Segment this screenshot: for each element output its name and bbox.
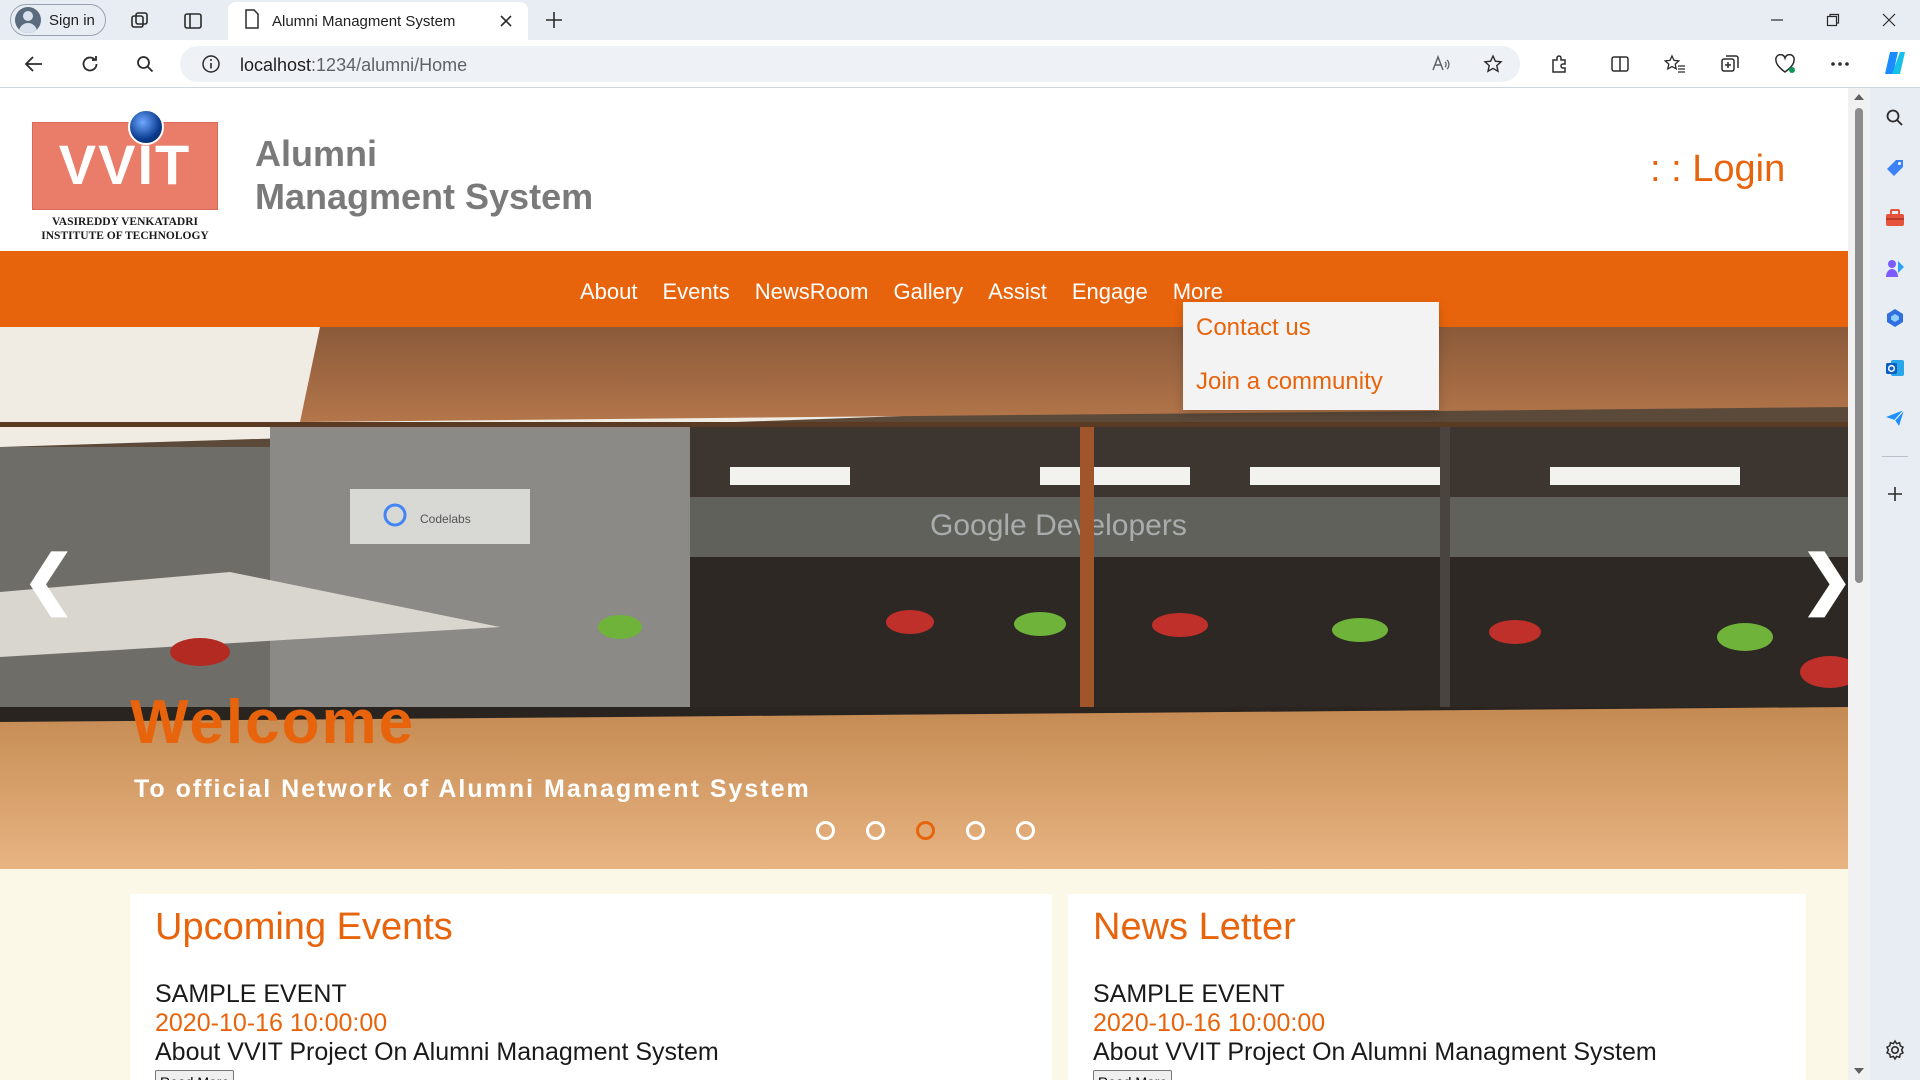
logo-text: VVIT xyxy=(58,133,192,196)
nav-newsroom[interactable]: NewsRoom xyxy=(755,279,869,305)
workspaces-icon[interactable] xyxy=(128,9,152,33)
profile-label: Sign in xyxy=(49,11,95,29)
site-header: VVIT VASIREDDY VENKATADRI INSTITUTE OF T… xyxy=(0,88,1848,251)
read-aloud-icon[interactable] xyxy=(1430,53,1452,75)
scrollbar-thumb[interactable] xyxy=(1855,108,1863,583)
carousel-next-icon[interactable]: ❯ xyxy=(1800,547,1848,611)
vvit-logo[interactable]: VVIT VASIREDDY VENKATADRI INSTITUTE OF T… xyxy=(30,109,220,243)
url-path: :1234/alumni/Home xyxy=(311,55,468,75)
carousel-dot-2[interactable] xyxy=(866,821,885,840)
site-info-icon[interactable] xyxy=(201,54,221,74)
minimize-icon[interactable] xyxy=(1750,0,1804,40)
extensions-icon[interactable] xyxy=(1547,52,1571,76)
collections-icon[interactable] xyxy=(1718,52,1742,76)
m365-icon[interactable] xyxy=(1883,306,1907,330)
tab-actions-icon[interactable] xyxy=(181,9,205,33)
url-field[interactable]: localhost:1234/alumni/Home xyxy=(180,46,1520,82)
newsletter-item-name: SAMPLE EVENT xyxy=(1093,980,1285,1008)
close-tab-icon[interactable] xyxy=(496,11,516,31)
event-name: SAMPLE EVENT xyxy=(155,980,347,1008)
page-icon xyxy=(244,9,260,33)
logo-subtitle: VASIREDDY VENKATADRI INSTITUTE OF TECHNO… xyxy=(41,216,209,242)
split-screen-icon[interactable] xyxy=(1608,52,1632,76)
hero-sign-text: Codelabs xyxy=(420,512,471,526)
page-scrollbar[interactable] xyxy=(1848,88,1870,1080)
avatar xyxy=(15,7,41,33)
nav-about[interactable]: About xyxy=(580,279,638,305)
event-date: 2020-10-16 10:00:00 xyxy=(155,1009,388,1037)
carousel-indicators xyxy=(816,821,1066,840)
event-description: About VVIT Project On Alumni Managment S… xyxy=(155,1038,719,1066)
newsletter-item-date: 2020-10-16 10:00:00 xyxy=(1093,1009,1326,1037)
carousel-dot-1[interactable] xyxy=(816,821,835,840)
shopping-tag-icon[interactable] xyxy=(1883,156,1907,180)
nav-gallery[interactable]: Gallery xyxy=(893,279,963,305)
upcoming-events-card: Upcoming Events SAMPLE EVENT 2020-10-16 … xyxy=(130,894,1052,1080)
new-tab-icon[interactable] xyxy=(542,8,566,32)
dropdown-contact-us[interactable]: Contact us xyxy=(1196,314,1311,342)
address-bar: localhost:1234/alumni/Home xyxy=(0,40,1920,88)
newsletter-read-more-button[interactable]: Read More xyxy=(1093,1070,1173,1080)
url-host: localhost xyxy=(240,55,312,75)
carousel-dot-5[interactable] xyxy=(1016,821,1035,840)
restore-icon[interactable] xyxy=(1806,0,1860,40)
events-title: Upcoming Events xyxy=(155,906,453,948)
sidebar-search-icon[interactable] xyxy=(1883,106,1907,130)
globe-icon xyxy=(128,109,164,145)
login-link[interactable]: : : Login xyxy=(1650,148,1785,191)
newsletter-title: News Letter xyxy=(1093,906,1296,948)
carousel-prev-icon[interactable]: ❮ xyxy=(22,547,76,611)
carousel-dot-3[interactable] xyxy=(916,821,935,840)
dropdown-join-community[interactable]: Join a community xyxy=(1196,368,1383,396)
add-sidebar-app-icon[interactable] xyxy=(1883,482,1907,506)
site-title: Alumni Managment System xyxy=(255,132,593,218)
site-title-line1: Alumni xyxy=(255,133,377,174)
hero-heading: Welcome xyxy=(130,688,416,757)
hero-wall-sign: Google Developers xyxy=(930,509,1187,542)
favorites-icon[interactable] xyxy=(1663,52,1687,76)
refresh-icon[interactable] xyxy=(78,52,102,76)
hero-carousel: Codelabs Google Developers ❮ Welcome To … xyxy=(0,327,1848,869)
more-dropdown: Contact us Join a community xyxy=(1183,302,1439,410)
browser-sidebar xyxy=(1870,88,1920,1080)
newsletter-card: News Letter SAMPLE EVENT 2020-10-16 10:0… xyxy=(1068,894,1806,1080)
nav-items: About Events NewsRoom Gallery Assist Eng… xyxy=(580,279,1248,305)
more-options-icon[interactable] xyxy=(1828,52,1852,76)
games-icon[interactable] xyxy=(1883,256,1907,280)
page-viewport: VVIT VASIREDDY VENKATADRI INSTITUTE OF T… xyxy=(0,88,1870,1080)
scroll-up-icon[interactable] xyxy=(1854,94,1864,100)
favorite-star-icon[interactable] xyxy=(1482,53,1504,75)
url-text: localhost:1234/alumni/Home xyxy=(240,55,467,76)
event-read-more-button[interactable]: Read More xyxy=(155,1070,235,1080)
send-icon[interactable] xyxy=(1883,406,1907,430)
browser-tab[interactable]: Alumni Managment System xyxy=(228,2,528,40)
sidebar-divider xyxy=(1882,456,1908,457)
browser-essentials-icon[interactable] xyxy=(1773,52,1797,76)
scroll-down-icon[interactable] xyxy=(1854,1068,1864,1074)
copilot-icon[interactable] xyxy=(1880,48,1910,78)
close-window-icon[interactable] xyxy=(1862,0,1916,40)
nav-events[interactable]: Events xyxy=(663,279,730,305)
newsletter-item-description: About VVIT Project On Alumni Managment S… xyxy=(1093,1038,1657,1066)
profile-button[interactable]: Sign in xyxy=(10,4,106,36)
main-nav: About Events NewsRoom Gallery Assist Eng… xyxy=(0,251,1848,327)
search-icon[interactable] xyxy=(133,52,157,76)
nav-assist[interactable]: Assist xyxy=(988,279,1047,305)
carousel-dot-4[interactable] xyxy=(966,821,985,840)
tab-title: Alumni Managment System xyxy=(272,12,456,30)
nav-engage[interactable]: Engage xyxy=(1072,279,1148,305)
outlook-icon[interactable] xyxy=(1883,356,1907,380)
back-icon[interactable] xyxy=(22,52,46,76)
tools-briefcase-icon[interactable] xyxy=(1883,206,1907,230)
content-section: Upcoming Events SAMPLE EVENT 2020-10-16 … xyxy=(0,869,1848,1080)
settings-gear-icon[interactable] xyxy=(1883,1038,1907,1062)
site-title-line2: Managment System xyxy=(255,176,594,217)
hero-tagline: To official Network of Alumni Managment … xyxy=(134,775,811,803)
browser-tab-bar: Sign in Alumni Managment System xyxy=(0,0,1920,40)
